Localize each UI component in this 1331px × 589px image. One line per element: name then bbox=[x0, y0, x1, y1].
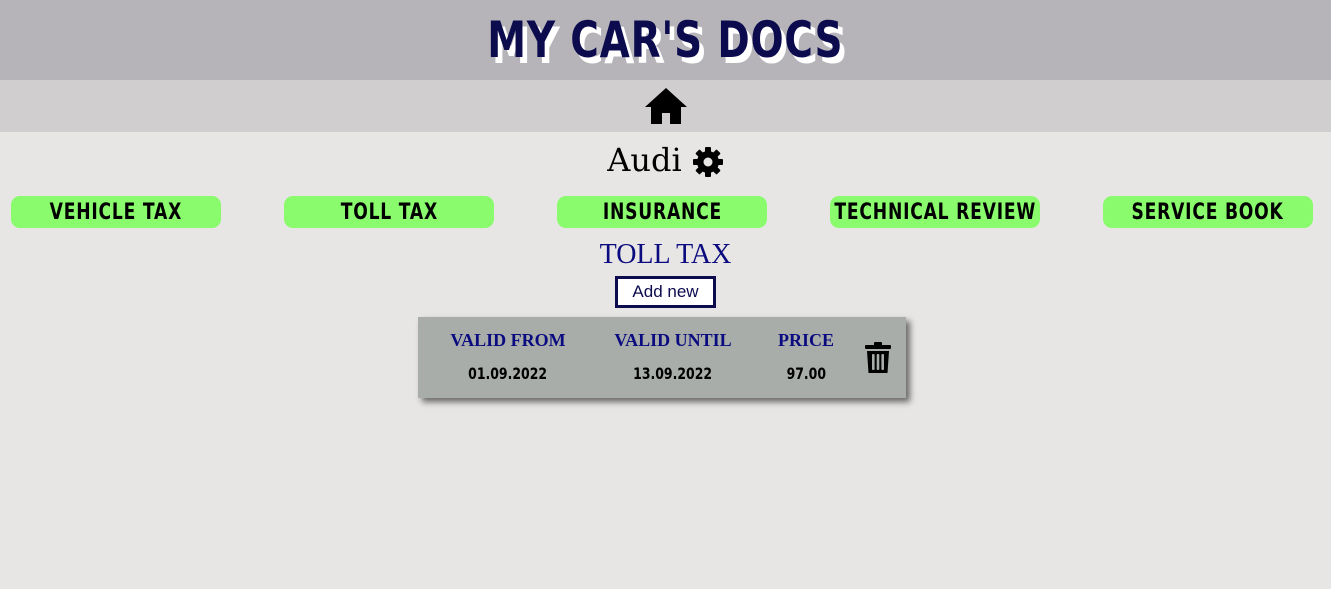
tab-service-book[interactable]: SERVICE BOOK bbox=[1103, 196, 1313, 228]
tab-label: TECHNICAL REVIEW bbox=[834, 199, 1036, 225]
valid-from-value: 01.09.2022 bbox=[468, 364, 548, 383]
toll-tax-record: VALID FROM 01.09.2022 VALID UNTIL 13.09.… bbox=[418, 317, 906, 398]
tab-insurance[interactable]: INSURANCE bbox=[557, 196, 767, 228]
car-name: Audi bbox=[607, 141, 682, 179]
valid-until-value-wrap: 13.09.2022 bbox=[603, 364, 743, 383]
valid-from-column: VALID FROM 01.09.2022 bbox=[438, 317, 578, 398]
tab-label: SERVICE BOOK bbox=[1131, 199, 1285, 225]
price-value-wrap: 97.00 bbox=[766, 364, 846, 383]
price-value: 97.00 bbox=[786, 364, 826, 383]
tab-label: VEHICLE TAX bbox=[49, 199, 183, 225]
tab-toll-tax[interactable]: TOLL TAX bbox=[284, 196, 494, 228]
site-header: MY CAR'S DOCS bbox=[0, 0, 1331, 80]
price-header: PRICE bbox=[777, 330, 834, 350]
add-new-button[interactable]: Add new bbox=[615, 276, 716, 308]
navbar bbox=[0, 80, 1331, 132]
valid-until-value: 13.09.2022 bbox=[633, 364, 713, 383]
tab-technical-review[interactable]: TECHNICAL REVIEW bbox=[830, 196, 1040, 228]
tab-label: TOLL TAX bbox=[340, 199, 438, 225]
valid-from-value-wrap: 01.09.2022 bbox=[438, 364, 578, 383]
car-header: Audi bbox=[0, 132, 1331, 188]
site-title: MY CAR'S DOCS bbox=[487, 11, 844, 69]
tab-vehicle-tax[interactable]: VEHICLE TAX bbox=[11, 196, 221, 228]
valid-until-column: VALID UNTIL 13.09.2022 bbox=[603, 317, 743, 398]
tab-label: INSURANCE bbox=[602, 199, 722, 225]
doc-tabs: VEHICLE TAX TOLL TAX INSURANCE TECHNICAL… bbox=[0, 196, 1331, 230]
valid-from-header: VALID FROM bbox=[450, 330, 566, 350]
section-title: TOLL TAX bbox=[599, 239, 732, 270]
trash-icon[interactable] bbox=[864, 342, 892, 374]
home-icon[interactable] bbox=[644, 86, 688, 126]
gear-icon[interactable] bbox=[692, 146, 724, 178]
price-column: PRICE 97.00 bbox=[766, 317, 846, 398]
valid-until-header: VALID UNTIL bbox=[614, 330, 732, 350]
